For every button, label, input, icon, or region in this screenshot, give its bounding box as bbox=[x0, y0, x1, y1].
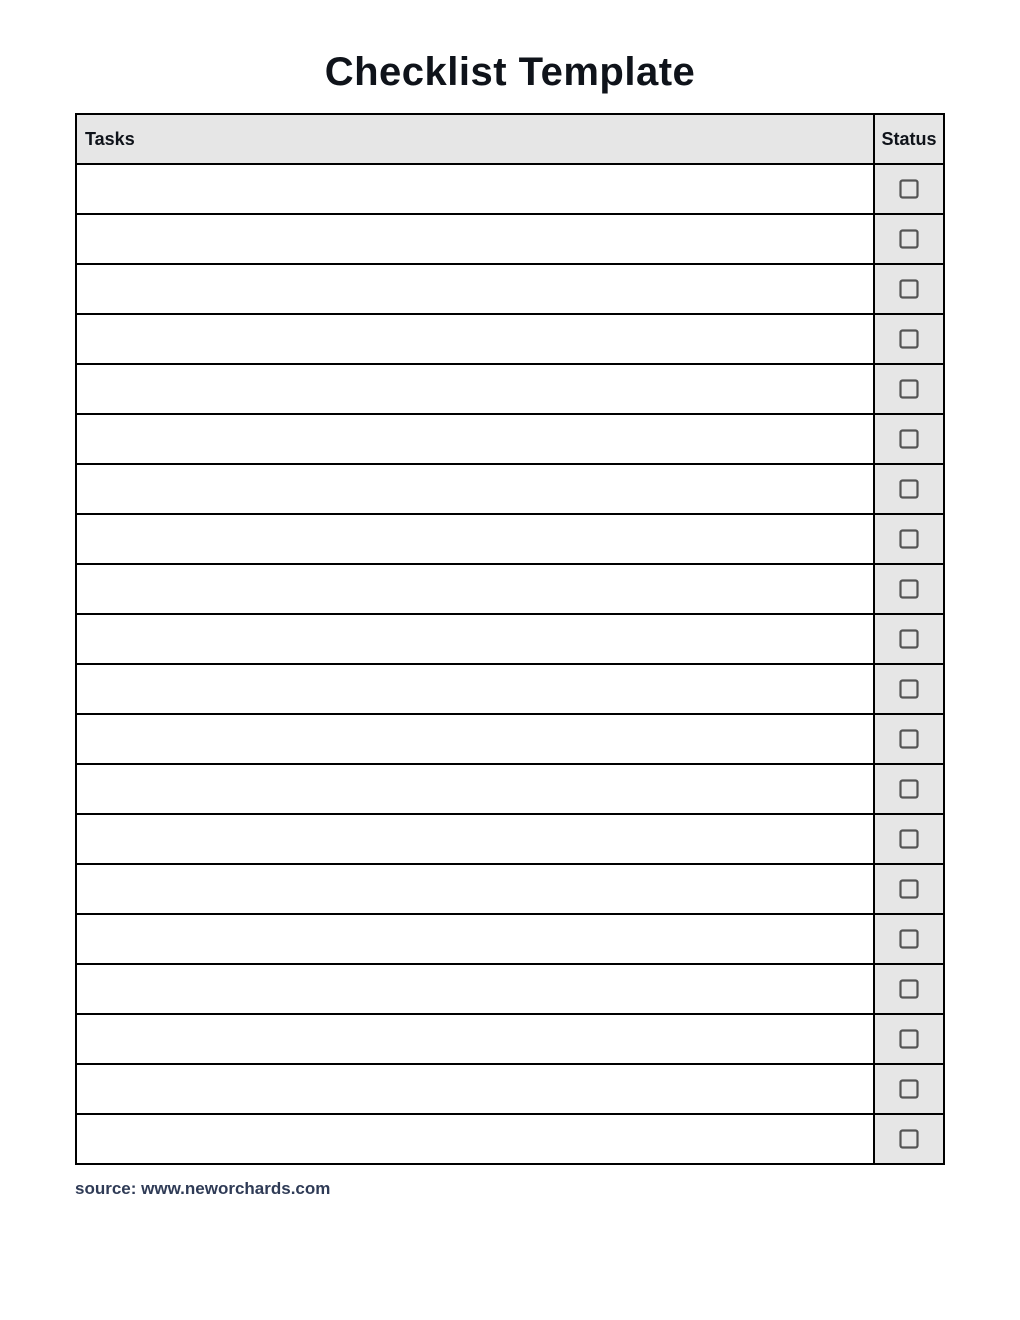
status-cell bbox=[874, 364, 944, 414]
status-cell bbox=[874, 964, 944, 1014]
status-cell bbox=[874, 864, 944, 914]
task-cell[interactable] bbox=[76, 364, 874, 414]
task-cell[interactable] bbox=[76, 914, 874, 964]
checkbox-icon[interactable] bbox=[899, 579, 919, 599]
checkbox-icon[interactable] bbox=[899, 779, 919, 799]
checkbox-icon[interactable] bbox=[899, 1129, 919, 1149]
status-cell bbox=[874, 564, 944, 614]
checkbox-icon[interactable] bbox=[899, 429, 919, 449]
status-cell bbox=[874, 714, 944, 764]
checkbox-icon[interactable] bbox=[899, 629, 919, 649]
table-row bbox=[76, 214, 944, 264]
checkbox-icon[interactable] bbox=[899, 479, 919, 499]
status-cell bbox=[874, 414, 944, 464]
checkbox-icon[interactable] bbox=[899, 979, 919, 999]
task-cell[interactable] bbox=[76, 864, 874, 914]
source-credit: source: www.neworchards.com bbox=[75, 1179, 945, 1199]
checkbox-icon[interactable] bbox=[899, 329, 919, 349]
task-cell[interactable] bbox=[76, 264, 874, 314]
task-cell[interactable] bbox=[76, 1064, 874, 1114]
task-cell[interactable] bbox=[76, 814, 874, 864]
checkbox-icon[interactable] bbox=[899, 679, 919, 699]
table-row bbox=[76, 614, 944, 664]
table-row bbox=[76, 964, 944, 1014]
status-cell bbox=[874, 314, 944, 364]
checkbox-icon[interactable] bbox=[899, 179, 919, 199]
table-row bbox=[76, 864, 944, 914]
table-row bbox=[76, 664, 944, 714]
task-cell[interactable] bbox=[76, 564, 874, 614]
status-cell bbox=[874, 464, 944, 514]
table-row bbox=[76, 364, 944, 414]
page-title: Checklist Template bbox=[75, 50, 945, 95]
task-cell[interactable] bbox=[76, 314, 874, 364]
task-cell[interactable] bbox=[76, 764, 874, 814]
checkbox-icon[interactable] bbox=[899, 1079, 919, 1099]
status-cell bbox=[874, 514, 944, 564]
status-cell bbox=[874, 1114, 944, 1164]
status-cell bbox=[874, 214, 944, 264]
task-cell[interactable] bbox=[76, 214, 874, 264]
task-cell[interactable] bbox=[76, 614, 874, 664]
checkbox-icon[interactable] bbox=[899, 729, 919, 749]
table-row bbox=[76, 314, 944, 364]
task-cell[interactable] bbox=[76, 164, 874, 214]
status-cell bbox=[874, 1064, 944, 1114]
table-header-row: Tasks Status bbox=[76, 114, 944, 164]
task-cell[interactable] bbox=[76, 414, 874, 464]
status-cell bbox=[874, 664, 944, 714]
task-cell[interactable] bbox=[76, 1014, 874, 1064]
table-row bbox=[76, 164, 944, 214]
table-row bbox=[76, 1114, 944, 1164]
status-cell bbox=[874, 264, 944, 314]
task-cell[interactable] bbox=[76, 714, 874, 764]
checkbox-icon[interactable] bbox=[899, 829, 919, 849]
table-row bbox=[76, 464, 944, 514]
table-row bbox=[76, 564, 944, 614]
column-header-status: Status bbox=[874, 114, 944, 164]
status-cell bbox=[874, 764, 944, 814]
checkbox-icon[interactable] bbox=[899, 229, 919, 249]
status-cell bbox=[874, 914, 944, 964]
table-row bbox=[76, 1014, 944, 1064]
status-cell bbox=[874, 814, 944, 864]
checkbox-icon[interactable] bbox=[899, 1029, 919, 1049]
status-cell bbox=[874, 614, 944, 664]
task-cell[interactable] bbox=[76, 464, 874, 514]
column-header-tasks: Tasks bbox=[76, 114, 874, 164]
task-cell[interactable] bbox=[76, 1114, 874, 1164]
checkbox-icon[interactable] bbox=[899, 529, 919, 549]
checkbox-icon[interactable] bbox=[899, 929, 919, 949]
checkbox-icon[interactable] bbox=[899, 379, 919, 399]
table-row bbox=[76, 514, 944, 564]
checkbox-icon[interactable] bbox=[899, 879, 919, 899]
table-row bbox=[76, 714, 944, 764]
status-cell bbox=[874, 164, 944, 214]
table-row bbox=[76, 764, 944, 814]
task-cell[interactable] bbox=[76, 964, 874, 1014]
task-cell[interactable] bbox=[76, 664, 874, 714]
status-cell bbox=[874, 1014, 944, 1064]
table-row bbox=[76, 264, 944, 314]
checklist-table: Tasks Status bbox=[75, 113, 945, 1165]
table-row bbox=[76, 814, 944, 864]
table-row bbox=[76, 414, 944, 464]
table-row bbox=[76, 1064, 944, 1114]
task-cell[interactable] bbox=[76, 514, 874, 564]
checkbox-icon[interactable] bbox=[899, 279, 919, 299]
table-row bbox=[76, 914, 944, 964]
